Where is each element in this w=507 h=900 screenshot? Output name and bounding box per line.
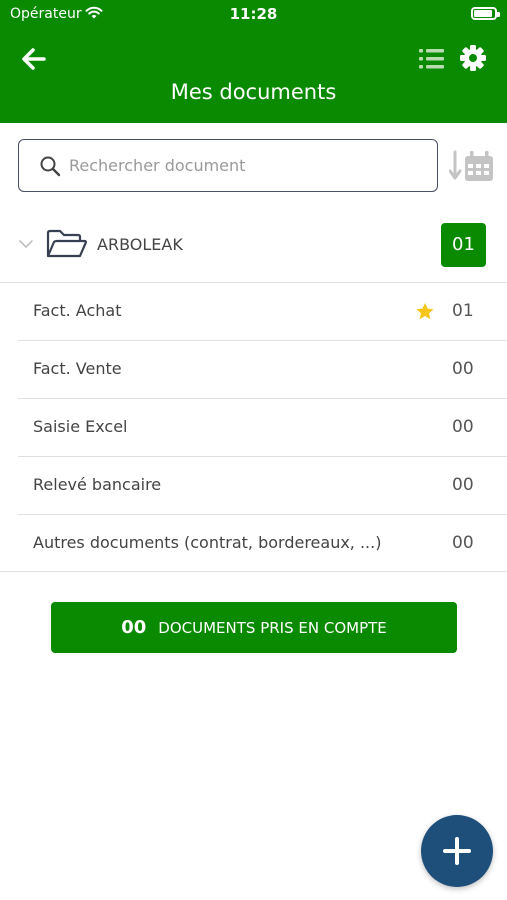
plus-icon bbox=[443, 837, 471, 865]
list-item-label: Fact. Achat bbox=[33, 301, 122, 320]
search-box[interactable] bbox=[18, 139, 438, 192]
list-view-button[interactable] bbox=[416, 44, 448, 74]
list-item-label: Saisie Excel bbox=[33, 417, 128, 436]
documents-taken-count: 00 bbox=[121, 617, 147, 638]
list-item-label: Fact. Vente bbox=[33, 359, 122, 378]
folder-row[interactable]: ARBOLEAK 01 bbox=[0, 215, 507, 275]
list-item-count: 00 bbox=[452, 359, 474, 379]
folder-count-badge: 01 bbox=[441, 223, 486, 267]
list-icon bbox=[419, 49, 444, 69]
app-header: Opérateur 11:28 Mes documents bbox=[0, 0, 507, 123]
folder-name: ARBOLEAK bbox=[97, 235, 183, 254]
list-item-count: 00 bbox=[452, 417, 474, 437]
list-item-fact-achat[interactable]: Fact. Achat 01 bbox=[18, 283, 507, 341]
list-item-label: Autres documents (contrat, bordereaux, .… bbox=[33, 533, 382, 552]
battery-icon bbox=[471, 7, 500, 20]
list-item-count: 01 bbox=[452, 301, 474, 321]
list-item-label: Relevé bancaire bbox=[33, 475, 162, 494]
settings-button[interactable] bbox=[458, 43, 488, 73]
list-item-count: 00 bbox=[452, 475, 474, 495]
page-title: Mes documents bbox=[170, 80, 337, 104]
chevron-down-icon bbox=[19, 240, 33, 248]
back-button[interactable] bbox=[18, 44, 50, 74]
search-icon bbox=[40, 156, 61, 177]
list-item-saisie-excel[interactable]: Saisie Excel 00 bbox=[18, 399, 507, 457]
add-document-button[interactable] bbox=[421, 815, 493, 887]
status-bar: Opérateur 11:28 bbox=[0, 0, 507, 30]
star-icon[interactable] bbox=[415, 302, 435, 321]
folder-open-icon bbox=[46, 229, 87, 258]
sort-by-date-button[interactable] bbox=[448, 148, 495, 184]
list-item-autres-documents[interactable]: Autres documents (contrat, bordereaux, .… bbox=[18, 515, 507, 573]
documents-taken-into-account-button[interactable]: 00 DOCUMENTS PRIS EN COMPTE bbox=[51, 602, 457, 653]
gear-icon bbox=[460, 45, 486, 71]
sort-date-icon bbox=[448, 150, 493, 181]
document-category-list: Fact. Achat 01 Fact. Vente 00 Saisie Exc… bbox=[18, 283, 507, 573]
list-item-count: 00 bbox=[452, 533, 474, 553]
divider bbox=[0, 571, 507, 572]
search-input[interactable] bbox=[69, 140, 429, 190]
documents-taken-label: DOCUMENTS PRIS EN COMPTE bbox=[158, 619, 387, 637]
status-time: 11:28 bbox=[229, 5, 278, 23]
list-item-releve-bancaire[interactable]: Relevé bancaire 00 bbox=[18, 457, 507, 515]
list-item-fact-vente[interactable]: Fact. Vente 00 bbox=[18, 341, 507, 399]
back-arrow-icon bbox=[22, 48, 46, 70]
